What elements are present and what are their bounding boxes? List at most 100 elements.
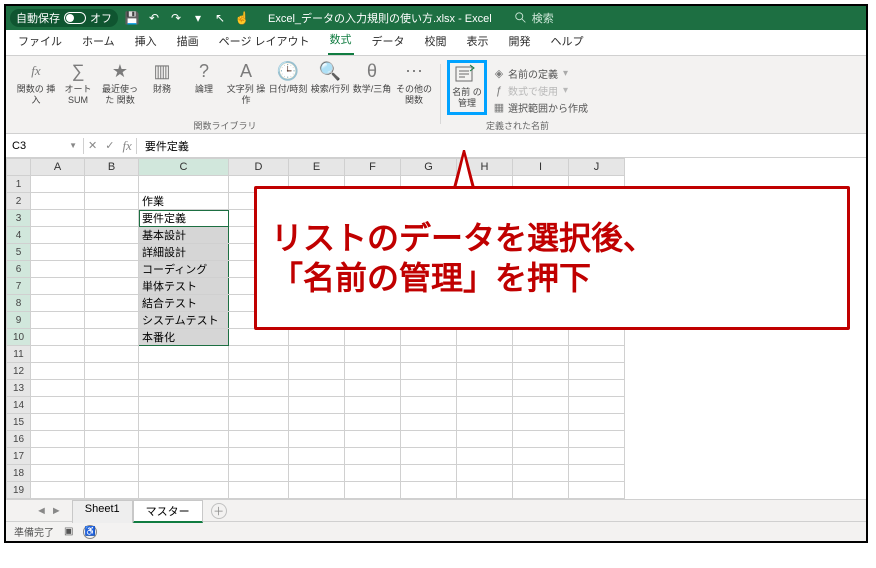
cell[interactable] — [85, 278, 139, 295]
cell[interactable] — [85, 210, 139, 227]
cell[interactable] — [31, 176, 85, 193]
cell[interactable] — [229, 380, 289, 397]
cell[interactable] — [139, 414, 229, 431]
cell[interactable] — [85, 295, 139, 312]
sheet-nav-prev-icon[interactable]: ◄ — [36, 505, 47, 517]
cell[interactable] — [345, 363, 401, 380]
select-all-corner[interactable] — [7, 159, 31, 176]
cell[interactable] — [229, 431, 289, 448]
cell[interactable] — [401, 397, 457, 414]
cell[interactable] — [85, 227, 139, 244]
cell[interactable] — [229, 363, 289, 380]
cell[interactable] — [345, 380, 401, 397]
menu-item-3[interactable]: 描画 — [175, 29, 201, 55]
cell[interactable] — [85, 176, 139, 193]
cell[interactable] — [31, 431, 85, 448]
cell[interactable] — [31, 329, 85, 346]
column-header[interactable]: C — [139, 159, 229, 176]
save-icon[interactable]: 💾 — [124, 10, 140, 26]
menu-item-2[interactable]: 挿入 — [133, 29, 159, 55]
cell[interactable]: システムテスト — [139, 312, 229, 329]
cell[interactable] — [569, 448, 625, 465]
cell[interactable] — [401, 346, 457, 363]
cell[interactable] — [289, 363, 345, 380]
text-button[interactable]: A 文字列 操作 — [226, 60, 266, 106]
row-header[interactable]: 14 — [7, 397, 31, 414]
cell[interactable] — [401, 380, 457, 397]
cell[interactable] — [85, 414, 139, 431]
cell[interactable] — [31, 210, 85, 227]
cell[interactable] — [139, 448, 229, 465]
cell[interactable] — [513, 329, 569, 346]
cell[interactable] — [31, 397, 85, 414]
cell[interactable] — [457, 431, 513, 448]
autosum-button[interactable]: ∑ オート SUM — [58, 60, 98, 106]
menu-item-7[interactable]: 校閲 — [423, 29, 449, 55]
cell[interactable] — [513, 363, 569, 380]
cell[interactable] — [289, 448, 345, 465]
cancel-icon[interactable]: ✕ — [88, 139, 97, 152]
worksheet-area[interactable]: ABCDEFGHIJ12作業3要件定義4基本設計5詳細設計6コーディング7単体テ… — [6, 158, 866, 499]
column-header[interactable]: D — [229, 159, 289, 176]
cell[interactable] — [569, 414, 625, 431]
cell[interactable] — [289, 414, 345, 431]
cell[interactable] — [345, 448, 401, 465]
cell[interactable] — [457, 363, 513, 380]
cell[interactable] — [457, 397, 513, 414]
row-header[interactable]: 7 — [7, 278, 31, 295]
cell[interactable] — [229, 397, 289, 414]
cell[interactable] — [139, 397, 229, 414]
name-manager-button[interactable]: 名前 の管理 — [447, 60, 487, 115]
cell[interactable] — [401, 482, 457, 499]
cell[interactable] — [139, 363, 229, 380]
cell[interactable] — [85, 380, 139, 397]
cell[interactable] — [229, 482, 289, 499]
row-header[interactable]: 3 — [7, 210, 31, 227]
lookup-button[interactable]: 🔍 検索/行列 — [310, 60, 350, 106]
row-header[interactable]: 11 — [7, 346, 31, 363]
financial-button[interactable]: ▥ 財務 — [142, 60, 182, 106]
cell[interactable]: 要件定義 — [139, 210, 229, 227]
cell[interactable] — [31, 465, 85, 482]
cell[interactable] — [85, 193, 139, 210]
cell[interactable] — [569, 363, 625, 380]
formula-input[interactable]: 要件定義 — [137, 136, 197, 156]
row-header[interactable]: 17 — [7, 448, 31, 465]
cell[interactable] — [229, 329, 289, 346]
row-header[interactable]: 6 — [7, 261, 31, 278]
cell[interactable] — [569, 329, 625, 346]
menu-item-1[interactable]: ホーム — [80, 29, 117, 55]
cell[interactable] — [345, 346, 401, 363]
row-header[interactable]: 18 — [7, 465, 31, 482]
logical-button[interactable]: ? 論理 — [184, 60, 224, 106]
cell[interactable] — [31, 227, 85, 244]
insert-function-button[interactable]: fx 関数の 挿入 — [16, 60, 56, 106]
cell[interactable] — [85, 465, 139, 482]
cell[interactable] — [229, 346, 289, 363]
name-box[interactable]: C3 ▼ — [6, 138, 84, 154]
cell[interactable] — [401, 329, 457, 346]
cell[interactable] — [457, 465, 513, 482]
row-header[interactable]: 12 — [7, 363, 31, 380]
autosave-toggle[interactable]: 自動保存 オフ — [10, 9, 118, 27]
row-header[interactable]: 10 — [7, 329, 31, 346]
cell[interactable]: 作業 — [139, 193, 229, 210]
cell[interactable] — [229, 414, 289, 431]
cell[interactable] — [345, 414, 401, 431]
cell[interactable] — [345, 465, 401, 482]
cell[interactable] — [31, 414, 85, 431]
cell[interactable] — [85, 482, 139, 499]
cell[interactable] — [401, 363, 457, 380]
column-header[interactable]: J — [569, 159, 625, 176]
datetime-button[interactable]: 🕒 日付/時刻 — [268, 60, 308, 106]
cell[interactable] — [513, 431, 569, 448]
menu-item-6[interactable]: データ — [370, 29, 407, 55]
cell[interactable] — [457, 482, 513, 499]
cell[interactable] — [31, 261, 85, 278]
cell[interactable] — [513, 448, 569, 465]
cell[interactable] — [31, 482, 85, 499]
cell[interactable]: 単体テスト — [139, 278, 229, 295]
cell[interactable] — [569, 482, 625, 499]
row-header[interactable]: 15 — [7, 414, 31, 431]
menu-item-9[interactable]: 開発 — [507, 29, 533, 55]
